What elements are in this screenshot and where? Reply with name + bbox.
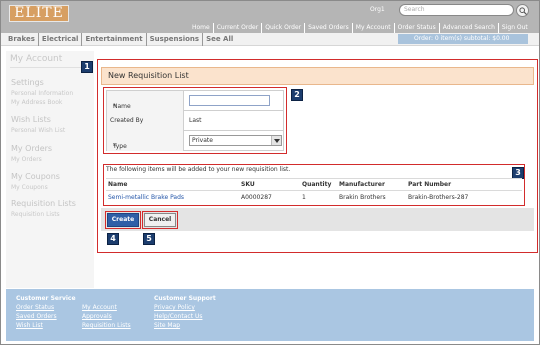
- sidebar-link-address-book[interactable]: My Address Book: [11, 99, 62, 106]
- chevron-down-icon: [274, 139, 280, 143]
- footer-link-saved-orders[interactable]: Saved Orders: [16, 313, 57, 320]
- item-name-link[interactable]: Semi-metallic Brake Pads: [108, 194, 184, 201]
- sidebar-heading-my-coupons: My Coupons: [11, 172, 60, 181]
- nav-order-status[interactable]: Order Status: [393, 23, 439, 33]
- category-links: Brakes Electrical Entertainment Suspensi…: [8, 33, 236, 46]
- sidebar-link-my-coupons[interactable]: My Coupons: [11, 184, 48, 191]
- footer-link-wish-list[interactable]: Wish List: [16, 322, 43, 329]
- name-input[interactable]: [189, 95, 270, 106]
- cart-summary[interactable]: Order: 0 item(s) subtotal: $0.00: [398, 34, 528, 44]
- column-sku: SKU: [241, 181, 255, 188]
- cancel-button[interactable]: Cancel: [144, 213, 176, 227]
- item-sku: A0000287: [241, 194, 272, 201]
- type-select-value: Private: [192, 137, 213, 144]
- nav-sign-out[interactable]: Sign Out: [497, 23, 531, 33]
- sidebar-heading-settings: Settings: [11, 78, 44, 87]
- nav-home[interactable]: Home: [189, 23, 213, 33]
- footer-link-site-map[interactable]: Site Map: [154, 322, 180, 329]
- column-manufacturer: Manufacturer: [339, 181, 385, 188]
- search-placeholder: Search: [404, 6, 425, 13]
- sidebar-title: My Account: [10, 54, 63, 64]
- marker-2: 2: [291, 89, 303, 101]
- nav-my-account[interactable]: My Account: [351, 23, 394, 33]
- marker-4: 4: [107, 233, 119, 245]
- nav-saved-orders[interactable]: Saved Orders: [304, 23, 352, 33]
- category-brakes[interactable]: Brakes: [8, 33, 38, 46]
- item-manufacturer: Brakin Brothers: [339, 194, 386, 201]
- search-icon: [519, 7, 527, 15]
- category-electrical[interactable]: Electrical: [37, 33, 82, 46]
- column-name: Name: [108, 181, 128, 188]
- nav-quick-order[interactable]: Quick Order: [261, 23, 304, 33]
- footer-link-privacy-policy[interactable]: Privacy Policy: [154, 304, 195, 311]
- form-row-created-by: Created By Last: [107, 111, 283, 131]
- footer-heading-customer-support: Customer Support: [154, 295, 216, 302]
- category-see-all[interactable]: See All: [202, 33, 236, 46]
- search-input[interactable]: Search: [399, 4, 514, 16]
- create-button[interactable]: Create: [107, 213, 139, 227]
- footer-heading-customer-service: Customer Service: [16, 295, 76, 302]
- table-row: Semi-metallic Brake Pads A0000287 1 Brak…: [106, 192, 522, 203]
- requisition-header: New Requisition List: [101, 67, 534, 85]
- sidebar-divider: [10, 67, 90, 68]
- type-select[interactable]: Private: [189, 135, 282, 146]
- site-footer: Customer Service Order Status Saved Orde…: [6, 289, 534, 341]
- page-frame: ELITE Org1 Search Home Current Order Qui…: [0, 0, 540, 345]
- column-part-number: Part Number: [408, 181, 452, 188]
- select-arrow: [271, 136, 281, 145]
- nav-current-order[interactable]: Current Order: [212, 23, 262, 33]
- top-navigation: Home Current Order Quick Order Saved Ord…: [189, 23, 531, 33]
- sidebar-heading-requisition-lists: Requisition Lists: [11, 199, 76, 208]
- items-note: The following items will be added to you…: [106, 166, 291, 173]
- marker-1: 1: [81, 61, 93, 73]
- sidebar-link-personal-wish-list[interactable]: Personal Wish List: [11, 127, 65, 134]
- form-row-type: * Type Private: [107, 131, 283, 151]
- created-by-value: Last: [189, 117, 202, 124]
- created-by-label: Created By: [110, 117, 144, 124]
- form-row-name: * Name: [107, 91, 283, 111]
- items-table-header: Name SKU Quantity Manufacturer Part Numb…: [106, 178, 522, 191]
- search-button[interactable]: [516, 4, 529, 17]
- sidebar-link-personal-information[interactable]: Personal Information: [11, 90, 73, 97]
- marker-5: 5: [143, 233, 155, 245]
- org-label: Org1: [370, 6, 385, 13]
- item-part-number: Brakin-Brothers-287: [408, 194, 469, 201]
- account-sidebar: My Account Settings Personal Information…: [6, 51, 94, 288]
- nav-advanced-search[interactable]: Advanced Search: [438, 23, 498, 33]
- sidebar-heading-wish-lists: Wish Lists: [11, 115, 51, 124]
- footer-link-order-status[interactable]: Order Status: [16, 304, 54, 311]
- type-label-cell: * Type: [107, 131, 184, 151]
- requisition-form: * Name Created By Last * Type Private: [106, 90, 284, 151]
- column-quantity: Quantity: [302, 181, 332, 188]
- footer-link-my-account[interactable]: My Account: [82, 304, 117, 311]
- footer-link-approvals[interactable]: Approvals: [82, 313, 112, 320]
- site-logo[interactable]: ELITE: [9, 5, 69, 22]
- category-entertainment[interactable]: Entertainment: [81, 33, 145, 46]
- page-title: New Requisition List: [108, 71, 189, 80]
- sidebar-link-requisition-lists[interactable]: Requisition Lists: [11, 211, 60, 218]
- footer-link-requisition-lists[interactable]: Requisition Lists: [82, 322, 131, 329]
- sidebar-heading-my-orders: My Orders: [11, 144, 53, 153]
- site-header: ELITE Org1 Search Home Current Order Qui…: [1, 1, 539, 33]
- footer-link-help-contact[interactable]: Help/Contact Us: [154, 313, 202, 320]
- item-quantity: 1: [302, 194, 306, 201]
- category-suspensions[interactable]: Suspensions: [145, 33, 202, 46]
- sidebar-link-my-orders[interactable]: My Orders: [11, 156, 42, 163]
- created-by-label-cell: Created By: [107, 111, 184, 131]
- name-label-cell: * Name: [107, 91, 184, 111]
